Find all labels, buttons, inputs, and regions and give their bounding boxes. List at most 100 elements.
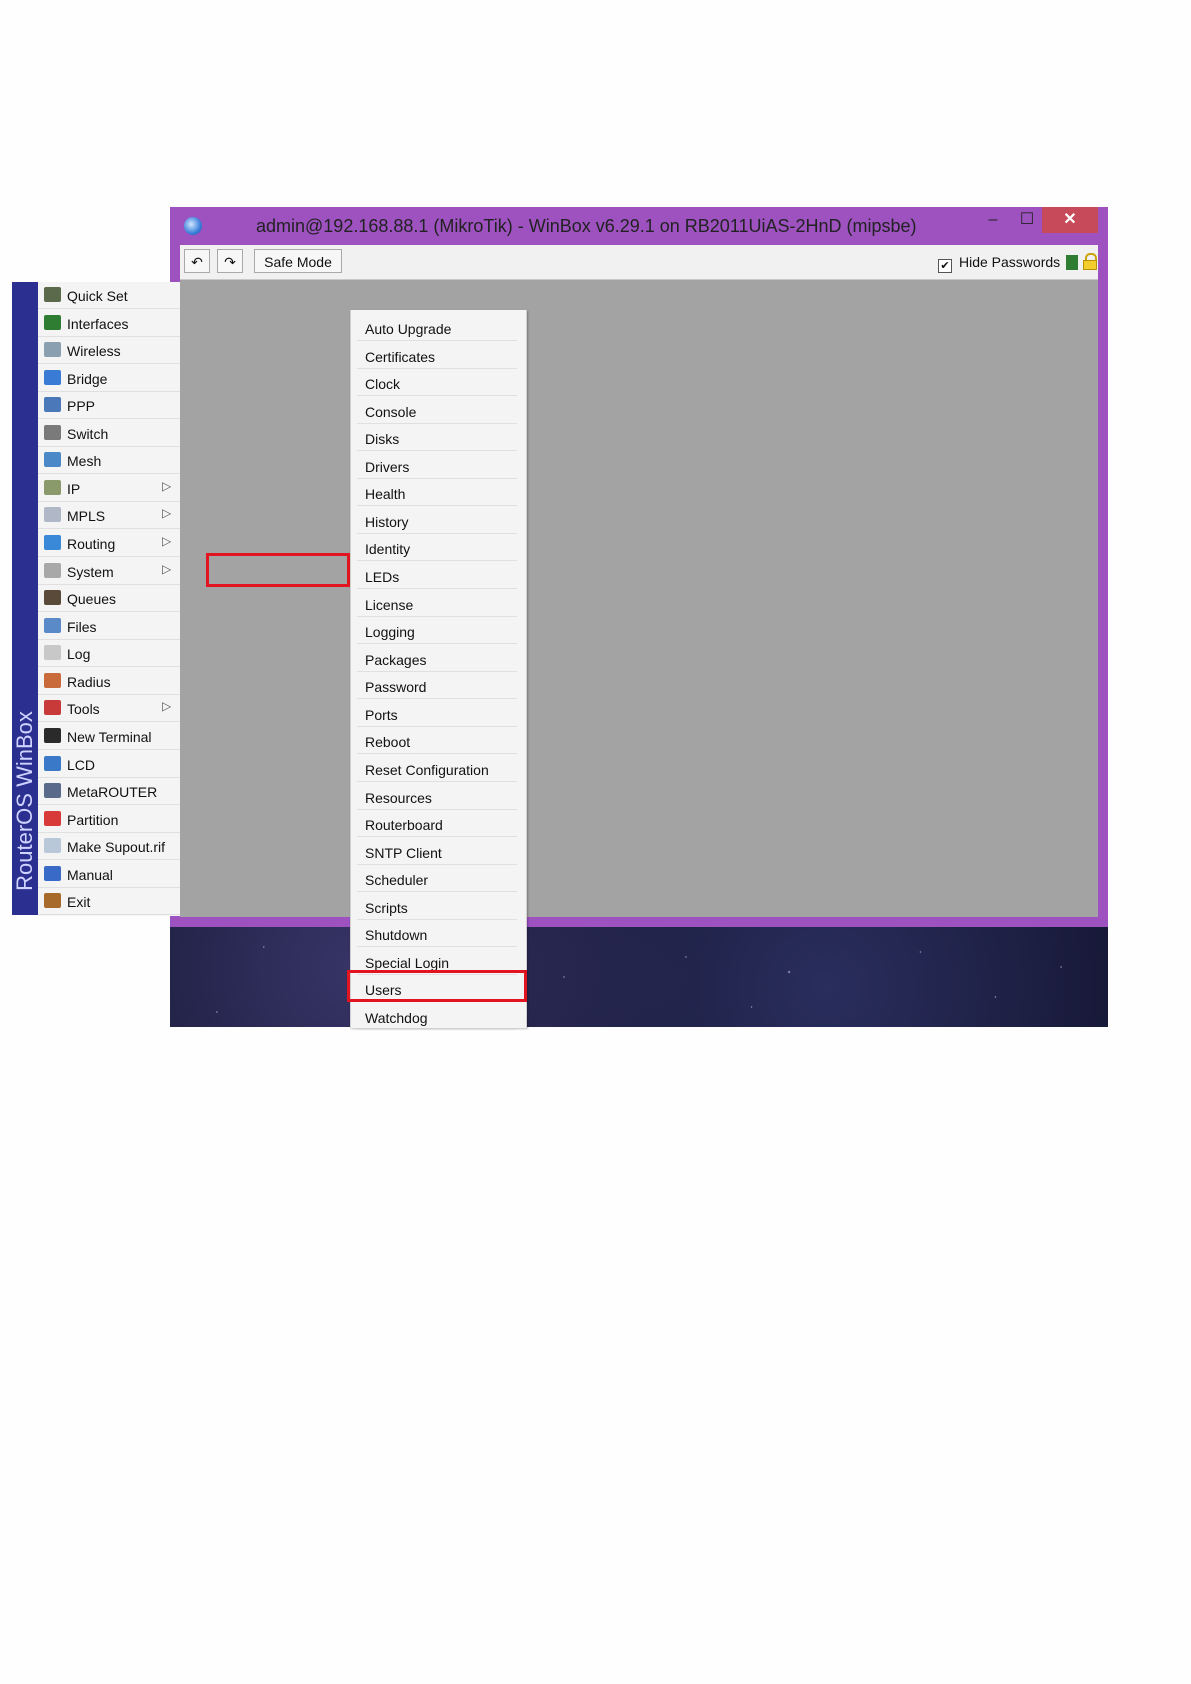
- sidebar-item-files[interactable]: Files: [38, 613, 180, 640]
- sidebar-item-partition[interactable]: Partition: [38, 806, 180, 833]
- sidebar-item-label: Interfaces: [67, 315, 129, 332]
- sidebar-item-manual[interactable]: Manual: [38, 861, 180, 888]
- submenu-item-logging[interactable]: Logging: [357, 617, 517, 645]
- submenu-item-certificates[interactable]: Certificates: [357, 342, 517, 369]
- partition-icon: [44, 810, 61, 826]
- minimize-button[interactable]: –: [978, 207, 1008, 233]
- sidebar-item-system[interactable]: System ▷: [38, 558, 180, 585]
- hide-passwords-checkbox[interactable]: ✔: [938, 259, 952, 273]
- submenu-item-label: Console: [365, 403, 417, 420]
- submenu-item-label: Certificates: [365, 348, 436, 365]
- winbox-app-icon: [184, 217, 202, 235]
- submenu-item-label: License: [365, 596, 414, 613]
- sidebar-item-label: MetaROUTER: [67, 784, 158, 801]
- sidebar-item-ip[interactable]: IP ▷: [38, 475, 180, 502]
- submenu-item-label: Logging: [365, 624, 415, 641]
- tools-icon: [44, 700, 61, 716]
- submenu-item-sntp-client[interactable]: SNTP Client: [357, 838, 517, 865]
- bridge-icon: [44, 369, 61, 385]
- brand-label: RouterOS WinBox: [12, 711, 37, 891]
- submenu-item-auto-upgrade[interactable]: Auto Upgrade: [357, 314, 517, 341]
- submenu-item-disks[interactable]: Disks: [357, 424, 517, 452]
- submenu-item-drivers[interactable]: Drivers: [357, 452, 517, 479]
- sidebar-item-mpls[interactable]: MPLS ▷: [38, 502, 180, 530]
- sidebar-item-routing[interactable]: Routing ▷: [38, 530, 180, 558]
- sidebar-item-quick-set[interactable]: Quick Set: [38, 282, 180, 309]
- sidebar-item-label: Files: [67, 618, 97, 635]
- submenu-item-label: LEDs: [365, 569, 400, 586]
- sidebar-item-tools[interactable]: Tools ▷: [38, 695, 180, 723]
- sidebar-item-wireless[interactable]: Wireless: [38, 337, 180, 365]
- hide-passwords-toggle[interactable]: ✔ Hide Passwords: [938, 254, 1060, 273]
- mpls-icon: [44, 507, 61, 523]
- exit-icon: [44, 893, 61, 909]
- sidebar-item-radius[interactable]: Radius: [38, 668, 180, 695]
- submenu-item-label: Identity: [365, 541, 411, 558]
- workspace-area: [180, 280, 1098, 917]
- redo-button[interactable]: ↷: [217, 249, 243, 273]
- sidebar-item-label: Make Supout.rif: [67, 839, 166, 856]
- hide-passwords-label: Hide Passwords: [959, 254, 1061, 270]
- sidebar-item-mesh[interactable]: Mesh: [38, 447, 180, 475]
- submenu-item-packages[interactable]: Packages: [357, 645, 517, 672]
- submenu-item-watchdog[interactable]: Watchdog: [357, 1003, 517, 1030]
- status-indicator: [1066, 255, 1078, 270]
- safe-mode-button[interactable]: Safe Mode: [254, 249, 342, 273]
- submenu-item-label: Shutdown: [365, 927, 428, 944]
- close-button[interactable]: ✕: [1042, 207, 1098, 233]
- submenu-item-console[interactable]: Console: [357, 397, 517, 424]
- terminal-icon: [44, 727, 61, 743]
- submenu-item-shutdown[interactable]: Shutdown: [357, 920, 517, 948]
- submenu-item-label: Routerboard: [365, 817, 443, 834]
- wireless-icon: [44, 342, 61, 358]
- submenu-item-routerboard[interactable]: Routerboard: [357, 810, 517, 838]
- title-bar[interactable]: admin@192.168.88.1 (MikroTik) - WinBox v…: [170, 207, 1108, 245]
- submenu-item-leds[interactable]: LEDs: [357, 562, 517, 590]
- queues-icon: [44, 590, 61, 606]
- submenu-item-scripts[interactable]: Scripts: [357, 893, 517, 920]
- submenu-item-identity[interactable]: Identity: [357, 534, 517, 562]
- submenu-item-reboot[interactable]: Reboot: [357, 727, 517, 755]
- lock-icon: [1083, 253, 1097, 270]
- submenu-arrow-icon: ▷: [162, 561, 172, 576]
- submenu-item-clock[interactable]: Clock: [357, 369, 517, 397]
- submenu-item-resources[interactable]: Resources: [357, 783, 517, 810]
- submenu-item-label: Auto Upgrade: [365, 321, 452, 337]
- sidebar-item-exit[interactable]: Exit: [38, 888, 180, 916]
- metarouter-icon: [44, 783, 61, 799]
- submenu-item-scheduler[interactable]: Scheduler: [357, 865, 517, 893]
- sidebar-item-bridge[interactable]: Bridge: [38, 365, 180, 392]
- undo-button[interactable]: ↶: [184, 249, 210, 273]
- sidebar-item-ppp[interactable]: PPP: [38, 392, 180, 420]
- submenu-item-password[interactable]: Password: [357, 672, 517, 700]
- submenu-item-history[interactable]: History: [357, 507, 517, 534]
- sidebar-item-metarouter[interactable]: MetaROUTER: [38, 778, 180, 806]
- system-gear-icon: [44, 562, 61, 578]
- brand-sidebar: RouterOS WinBox: [12, 282, 38, 915]
- sidebar-item-queues[interactable]: Queues: [38, 585, 180, 613]
- sidebar-item-label: Partition: [67, 811, 119, 828]
- sidebar-item-lcd[interactable]: LCD: [38, 751, 180, 778]
- sidebar-item-label: Quick Set: [67, 288, 128, 304]
- submenu-arrow-icon: ▷: [162, 534, 172, 549]
- sidebar-item-log[interactable]: Log: [38, 640, 180, 668]
- mesh-icon: [44, 452, 61, 468]
- sidebar-item-make-supout-rif[interactable]: Make Supout.rif: [38, 833, 180, 861]
- window-title: admin@192.168.88.1 (MikroTik) - WinBox v…: [256, 216, 917, 236]
- submenu-item-health[interactable]: Health: [357, 479, 517, 507]
- routing-icon: [44, 535, 61, 551]
- sidebar-item-new-terminal[interactable]: New Terminal: [38, 723, 180, 750]
- ppp-icon: [44, 397, 61, 413]
- sidebar-item-label: Log: [67, 646, 91, 663]
- sidebar-item-label: Routing: [67, 536, 116, 553]
- sidebar-item-interfaces[interactable]: Interfaces: [38, 310, 180, 337]
- sidebar-item-label: New Terminal: [67, 728, 152, 745]
- maximize-button[interactable]: ☐: [1012, 207, 1042, 233]
- submenu-item-license[interactable]: License: [357, 590, 517, 617]
- sidebar-item-label: Switch: [67, 425, 109, 442]
- submenu-arrow-icon: ▷: [162, 506, 172, 521]
- submenu-item-reset-configuration[interactable]: Reset Configuration: [357, 755, 517, 782]
- submenu-item-label: Resources: [365, 789, 432, 806]
- submenu-item-ports[interactable]: Ports: [357, 700, 517, 727]
- sidebar-item-switch[interactable]: Switch: [38, 420, 180, 447]
